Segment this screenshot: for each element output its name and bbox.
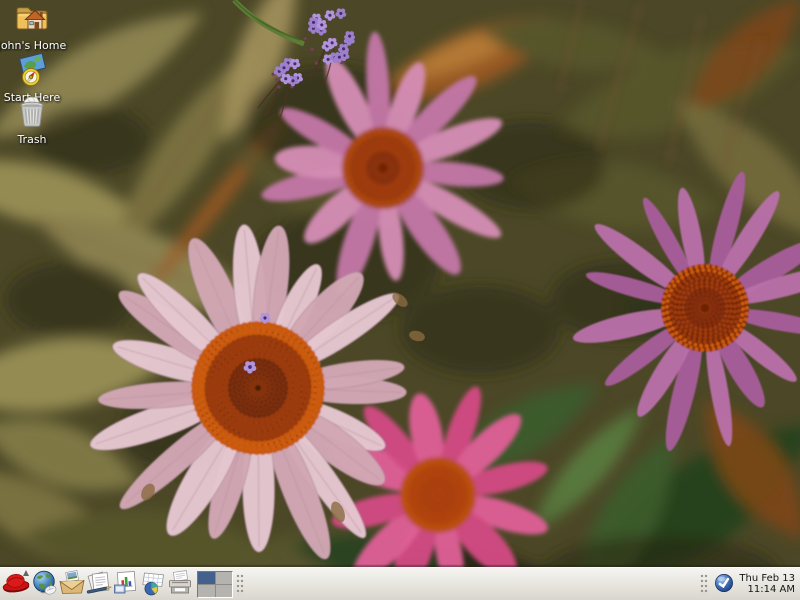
email-envelope-icon	[58, 570, 86, 599]
wallpaper-image	[0, 0, 800, 600]
writer-documents-icon	[85, 570, 113, 599]
browser-globe-icon	[32, 570, 58, 599]
workspace-cell[interactable]	[198, 585, 215, 597]
desktop: john's Home Start Here	[0, 0, 800, 600]
applet-drag-handle[interactable]	[236, 574, 244, 595]
clock-time: 11:14 AM	[739, 584, 795, 596]
workspace-switcher[interactable]	[197, 571, 233, 598]
desktop-icon-label: Trash	[17, 134, 46, 146]
menu-arrow-icon	[23, 570, 29, 576]
workspace-cell[interactable]	[198, 572, 215, 584]
clock-date: Thu Feb 13	[739, 573, 795, 585]
update-notifier-button[interactable]	[712, 571, 736, 597]
workspace-cell[interactable]	[216, 585, 233, 597]
main-menu-button[interactable]	[0, 569, 31, 600]
impress-chart-icon	[112, 570, 140, 599]
start-here-icon	[14, 53, 50, 91]
launcher-presentation[interactable]	[112, 569, 139, 600]
desktop-icon-label: john's Home	[0, 40, 66, 52]
bottom-panel: Thu Feb 13 11:14 AM	[0, 567, 800, 600]
update-check-icon	[714, 573, 734, 596]
trash-icon	[14, 95, 50, 133]
printer-icon	[166, 570, 194, 599]
launcher-spreadsheet[interactable]	[139, 569, 166, 600]
launcher-word-processor[interactable]	[85, 569, 112, 600]
home-folder-icon	[13, 2, 51, 39]
launcher-print-manager[interactable]	[166, 569, 193, 600]
tray-drag-handle[interactable]	[700, 574, 708, 595]
desktop-icon-home[interactable]: john's Home	[0, 2, 74, 52]
workspace-cell[interactable]	[216, 572, 233, 584]
desktop-icon-trash[interactable]: Trash	[0, 95, 74, 146]
launcher-email[interactable]	[58, 569, 85, 600]
clock[interactable]: Thu Feb 13 11:14 AM	[739, 573, 795, 596]
calc-pie-icon	[139, 570, 167, 599]
launcher-web-browser[interactable]	[31, 569, 58, 600]
